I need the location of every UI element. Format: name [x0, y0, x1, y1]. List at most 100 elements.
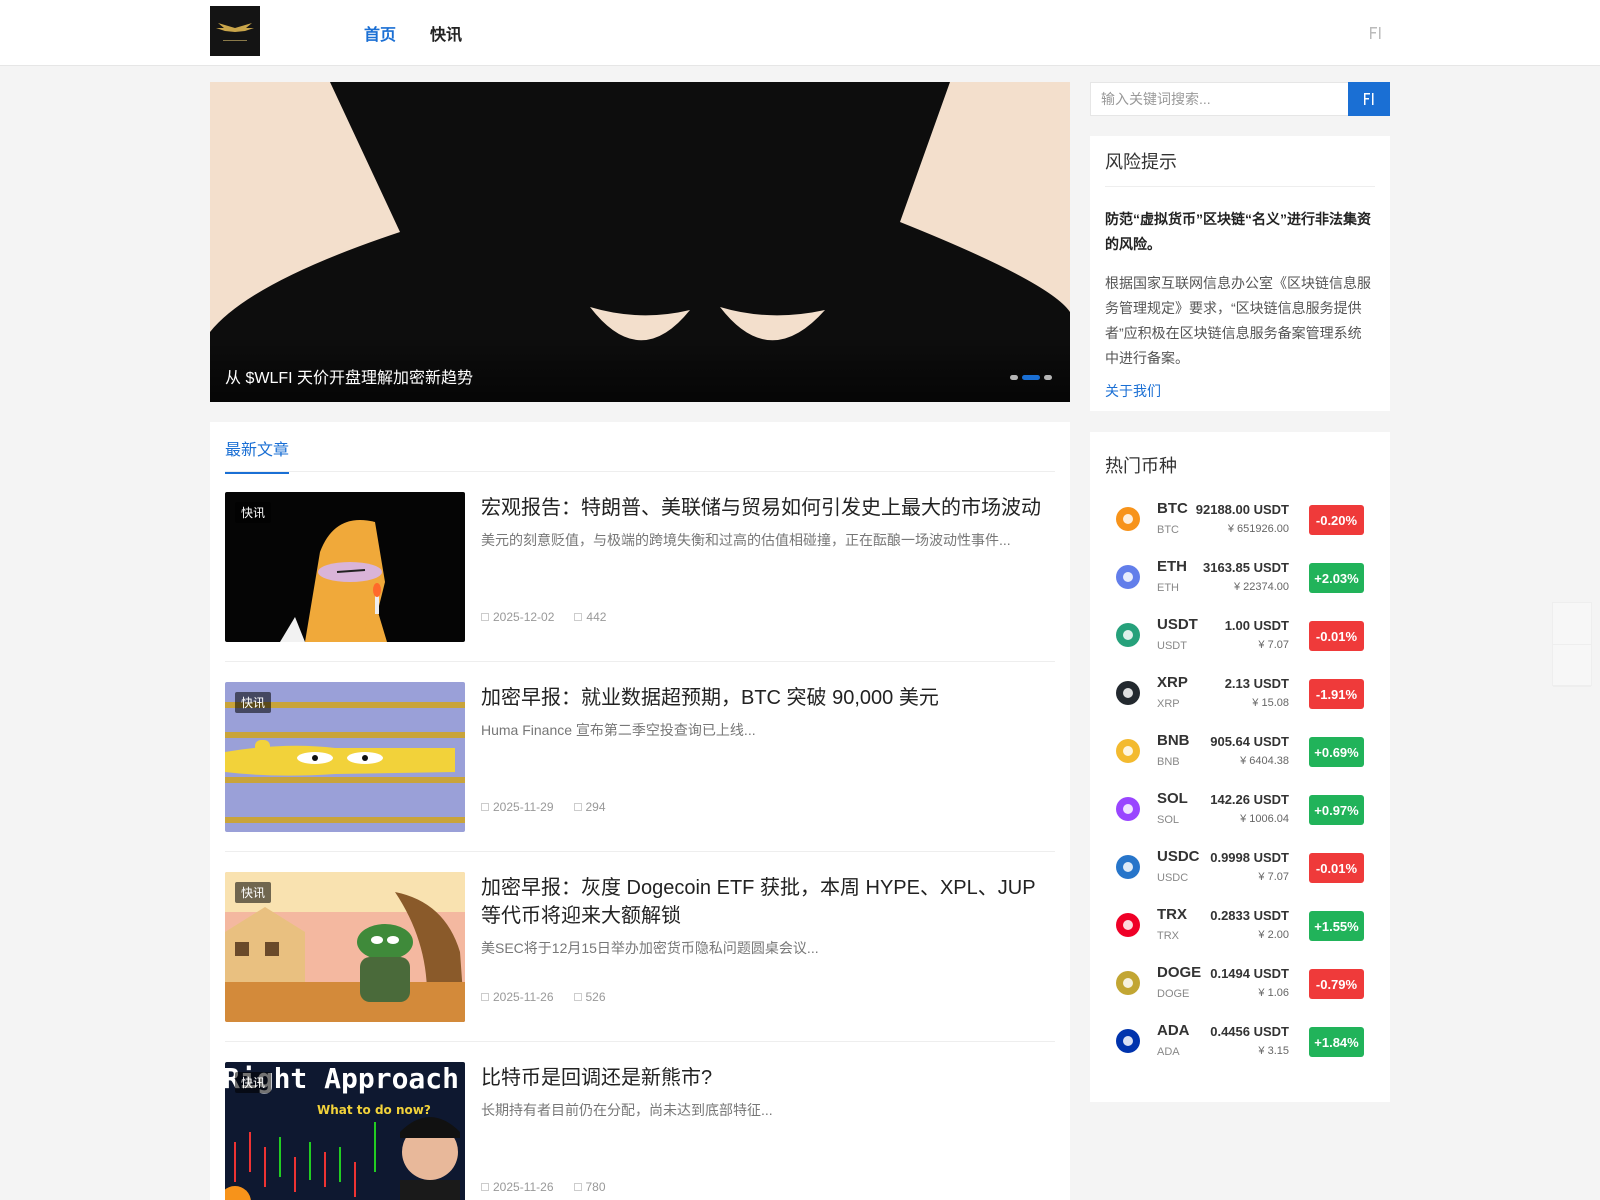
logo-wings-icon	[216, 23, 254, 41]
eye-icon	[573, 1183, 582, 1191]
coin-name: DOGE	[1157, 988, 1190, 1000]
article-title[interactable]: 加密早报：灰度 Dogecoin ETF 获批，本周 HYPE、XPL、JUP …	[481, 874, 1051, 930]
coin-symbol: SOL	[1157, 790, 1188, 807]
clock-icon	[481, 803, 489, 811]
sol-icon	[1116, 797, 1140, 821]
coin-row-sol[interactable]: SOL SOL 142.26 USDT ¥ 1006.04 +0.97%	[1105, 788, 1367, 834]
coin-price: 142.26 USDT	[1210, 792, 1289, 807]
article-views: 526	[573, 990, 606, 1004]
risk-notice-panel: 风险提示 防范“虚拟货币”区块链“名义”进行非法集资的风险。 根据国家互联网信息…	[1090, 136, 1390, 411]
coin-row-eth[interactable]: ETH ETH 3163.85 USDT ¥ 22374.00 +2.03%	[1105, 556, 1367, 602]
slide-caption[interactable]: 从 $WLFI 天价开盘理解加密新趋势	[225, 364, 473, 388]
hot-coins-panel: 热门币种 BTC BTC 92188.00 USDT ¥ 651926.00 -0.20…	[1090, 432, 1390, 1102]
coin-cny-price: ¥ 3.15	[1258, 1045, 1289, 1057]
article-item[interactable]: 快讯 加密早报：灰度 Dogecoin ETF 获批，本周 HYPE、XPL、J…	[225, 852, 1055, 1042]
tab-bar: 最新文章	[225, 422, 1055, 474]
article-item[interactable]: 快讯 宏观报告：特朗普、美联储与贸易如何引发史上最大的市场波动 美元的刻意贬值，…	[225, 472, 1055, 662]
coin-row-trx[interactable]: TRX TRX 0.2833 USDT ¥ 2.00 +1.55%	[1105, 904, 1367, 950]
coin-cny-price: ¥ 1.06	[1258, 987, 1289, 999]
article-date: 2025-12-02	[481, 610, 554, 624]
floating-toolbar	[1552, 602, 1592, 687]
coin-name: TRX	[1157, 930, 1179, 942]
coin-change-badge: +0.97%	[1309, 795, 1364, 825]
article-meta: 2025-12-02 442	[481, 610, 606, 624]
article-tag: 快讯	[235, 882, 272, 903]
article-title[interactable]: 加密早报：就业数据超预期，BTC 突破 90,000 美元	[481, 684, 1051, 712]
article-meta: 2025-11-29 294	[481, 800, 606, 814]
float-button[interactable]	[1553, 603, 1591, 645]
coin-price: 905.64 USDT	[1210, 734, 1289, 749]
latest-articles-panel: 最新文章 快讯 宏观报告：特朗普、美联储与贸易如何引发史上最大的市场波动 美元的…	[210, 422, 1070, 1200]
coin-price: 92188.00 USDT	[1195, 502, 1289, 517]
risk-title: 风险提示	[1105, 148, 1375, 187]
coin-change-badge: +0.69%	[1309, 737, 1364, 767]
coin-row-bnb[interactable]: BNB BNB 905.64 USDT ¥ 6404.38 +0.69%	[1105, 730, 1367, 776]
article-date: 2025-11-29	[481, 800, 554, 814]
about-us-link[interactable]: 关于我们	[1105, 381, 1375, 401]
site-logo[interactable]	[210, 6, 260, 56]
coin-symbol: XRP	[1157, 674, 1188, 691]
article-meta: 2025-11-26 780	[481, 1180, 606, 1194]
coin-cny-price: ¥ 1006.04	[1240, 813, 1289, 825]
coin-cny-price: ¥ 2.00	[1258, 929, 1289, 941]
coin-name: SOL	[1157, 814, 1180, 826]
article-date: 2025-11-26	[481, 1180, 554, 1194]
bnb-icon	[1116, 739, 1140, 763]
article-tag: 快讯	[235, 1072, 272, 1093]
coin-price: 0.2833 USDT	[1210, 908, 1289, 923]
nav-home[interactable]: 首页	[364, 21, 396, 45]
back-to-top-button[interactable]	[1553, 645, 1591, 687]
usdt-icon	[1116, 623, 1140, 647]
xrp-icon	[1116, 681, 1140, 705]
coin-cny-price: ¥ 651926.00	[1227, 523, 1289, 535]
coin-row-btc[interactable]: BTC BTC 92188.00 USDT ¥ 651926.00 -0.20%	[1105, 498, 1367, 544]
article-title[interactable]: 宏观报告：特朗普、美联储与贸易如何引发史上最大的市场波动	[481, 494, 1051, 522]
article-date: 2025-11-26	[481, 990, 554, 1004]
nav-flash[interactable]: 快讯	[430, 21, 462, 45]
article-excerpt: 美SEC将于12月15日举办加密货币隐私问题圆桌会议...	[481, 940, 819, 956]
coin-change-badge: +2.03%	[1309, 563, 1364, 593]
usdc-icon	[1116, 855, 1140, 879]
slider-dot[interactable]	[1010, 375, 1018, 380]
coin-row-usdt[interactable]: USDT USDT 1.00 USDT ¥ 7.07 -0.01%	[1105, 614, 1367, 660]
article-title[interactable]: 比特币是回调还是新熊市?	[481, 1064, 1051, 1092]
coin-row-usdc[interactable]: USDC USDC 0.9998 USDT ¥ 7.07 -0.01%	[1105, 846, 1367, 892]
tab-latest-articles[interactable]: 最新文章	[225, 436, 290, 474]
article-item[interactable]: Right Approach What to do now? 快讯 比特币是回调…	[225, 1042, 1055, 1200]
coin-symbol: ADA	[1157, 1022, 1190, 1039]
article-item[interactable]: 快讯 加密早报：就业数据超预期，BTC 突破 90,000 美元 Huma Fi…	[225, 662, 1055, 852]
clock-icon	[481, 1183, 489, 1191]
coin-row-ada[interactable]: ADA ADA 0.4456 USDT ¥ 3.15 +1.84%	[1105, 1020, 1367, 1066]
search-button[interactable]	[1348, 82, 1390, 116]
article-tag: 快讯	[235, 502, 272, 523]
article-thumbnail[interactable]: 快讯	[225, 682, 465, 832]
search-icon[interactable]	[1368, 24, 1384, 42]
coin-change-badge: -0.01%	[1309, 853, 1364, 883]
coin-name: ADA	[1157, 1046, 1180, 1058]
coin-change-badge: -0.79%	[1309, 969, 1364, 999]
coin-name: USDT	[1157, 640, 1187, 652]
featured-slider[interactable]: 从 $WLFI 天价开盘理解加密新趋势	[210, 82, 1070, 402]
eye-icon	[573, 993, 582, 1001]
coin-row-xrp[interactable]: XRP XRP 2.13 USDT ¥ 15.08 -1.91%	[1105, 672, 1367, 718]
coin-symbol: DOGE	[1157, 964, 1202, 981]
eth-icon	[1116, 565, 1140, 589]
coin-change-badge: -0.01%	[1309, 621, 1364, 651]
coin-name: BTC	[1157, 524, 1179, 536]
eye-icon	[573, 803, 582, 811]
article-thumbnail[interactable]: 快讯	[225, 492, 465, 642]
slider-dot[interactable]	[1044, 375, 1052, 380]
coin-change-badge: +1.84%	[1309, 1027, 1364, 1057]
coin-cny-price: ¥ 22374.00	[1233, 581, 1289, 593]
coin-row-doge[interactable]: DOGE DOGE 0.1494 USDT ¥ 1.06 -0.79%	[1105, 962, 1367, 1008]
article-thumbnail[interactable]: 快讯	[225, 872, 465, 1022]
ada-icon	[1116, 1029, 1140, 1053]
article-excerpt: 长期持有者目前仍在分配，尚未达到底部特征...	[481, 1102, 773, 1118]
coin-price: 2.13 USDT	[1224, 676, 1289, 691]
coin-cny-price: ¥ 6404.38	[1240, 755, 1289, 767]
search-input[interactable]	[1091, 83, 1346, 115]
slider-dot-active[interactable]	[1022, 375, 1040, 380]
coin-name: BNB	[1157, 756, 1180, 768]
article-thumbnail[interactable]: Right Approach What to do now? 快讯	[225, 1062, 465, 1200]
main-nav: 首页 快讯	[364, 0, 462, 66]
